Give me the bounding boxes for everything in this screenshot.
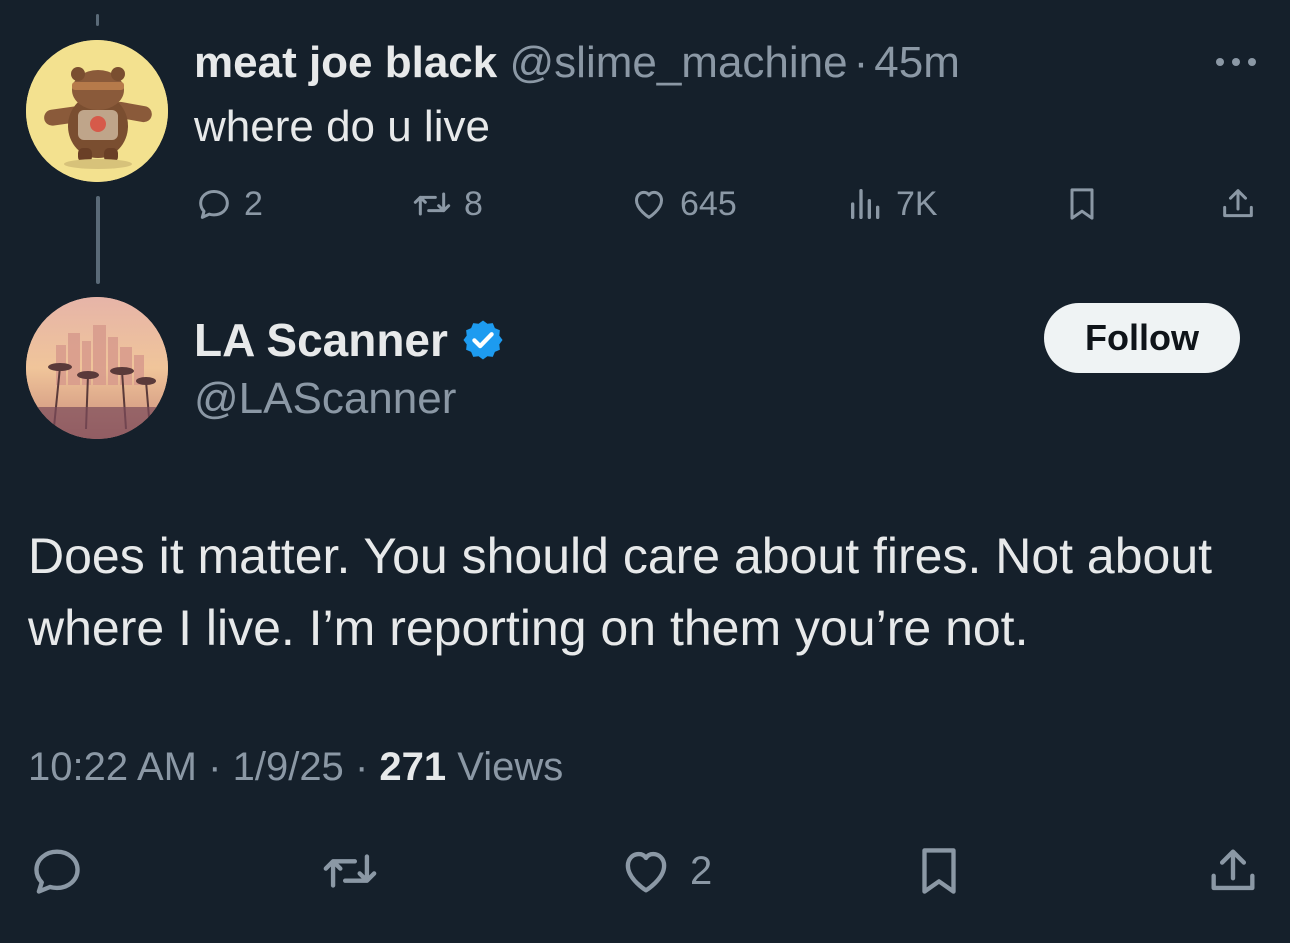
parent-time[interactable]: 45m bbox=[874, 38, 960, 87]
tweet-detail-page: meat joe black @slime_machine · 45m where … bbox=[0, 0, 1290, 943]
thread-connector-line bbox=[96, 196, 100, 284]
reply-views-label: Views bbox=[457, 745, 564, 789]
parent-views-count: 7K bbox=[896, 184, 938, 223]
parent-share-button[interactable] bbox=[1218, 184, 1258, 224]
parent-repost-button[interactable]: 8 bbox=[410, 184, 483, 224]
reply-icon bbox=[199, 190, 229, 219]
la-skyline-icon bbox=[26, 297, 168, 439]
reply-tweet-text: Does it matter. You should care about fi… bbox=[28, 528, 1213, 656]
thread-connector-top bbox=[96, 14, 99, 26]
heart-icon bbox=[635, 190, 663, 219]
reply-display-name-row: LA Scanner bbox=[194, 314, 506, 366]
like-count: 2 bbox=[690, 848, 713, 893]
parent-repost-count: 8 bbox=[464, 184, 483, 223]
verified-badge-icon[interactable] bbox=[460, 317, 506, 363]
parent-tweet-header: meat joe black @slime_machine · 45m bbox=[194, 38, 960, 88]
reply-time[interactable]: 10:22 AM bbox=[28, 745, 197, 789]
bookmark-icon bbox=[922, 848, 956, 894]
meta-separator-1: · bbox=[208, 745, 222, 789]
reply-icon bbox=[34, 849, 80, 894]
reply-date[interactable]: 1/9/25 bbox=[233, 745, 344, 789]
reply-meta-line: 10:22 AM · 1/9/25 · 271 Views bbox=[28, 742, 563, 792]
reply-handle[interactable]: @LAScanner bbox=[194, 374, 456, 424]
parent-like-button[interactable]: 645 bbox=[628, 184, 737, 224]
reply-avatar[interactable] bbox=[26, 297, 168, 439]
repost-icon bbox=[323, 854, 377, 888]
share-icon bbox=[1211, 849, 1255, 891]
reply-views-count[interactable]: 271 bbox=[379, 745, 446, 789]
reply-button[interactable] bbox=[28, 842, 86, 900]
more-options-icon[interactable] bbox=[1212, 50, 1260, 74]
parent-like-count: 645 bbox=[680, 184, 737, 223]
bookmark-button[interactable] bbox=[910, 842, 968, 900]
parent-separator: · bbox=[853, 38, 869, 87]
parent-avatar[interactable] bbox=[26, 40, 168, 182]
share-icon bbox=[1223, 189, 1253, 218]
follow-button[interactable]: Follow bbox=[1044, 303, 1240, 373]
parent-display-name[interactable]: meat joe black bbox=[194, 38, 497, 87]
parent-reply-count: 2 bbox=[244, 184, 263, 223]
repost-button[interactable] bbox=[318, 842, 382, 900]
heart-icon bbox=[625, 851, 667, 893]
share-button[interactable] bbox=[1204, 842, 1262, 900]
bear-mascot-icon bbox=[26, 40, 168, 182]
repost-icon bbox=[413, 192, 451, 216]
parent-views-button[interactable]: 7K bbox=[846, 184, 938, 224]
parent-reply-button[interactable]: 2 bbox=[194, 184, 263, 224]
bookmark-icon bbox=[1070, 188, 1094, 220]
parent-tweet-text: where do u live bbox=[194, 102, 490, 151]
reply-display-name[interactable]: LA Scanner bbox=[194, 314, 448, 366]
parent-handle[interactable]: @slime_machine bbox=[510, 38, 848, 87]
analytics-icon bbox=[851, 189, 880, 219]
meta-separator-2: · bbox=[354, 745, 369, 789]
parent-bookmark-button[interactable] bbox=[1062, 184, 1102, 224]
like-button[interactable]: 2 bbox=[616, 842, 712, 900]
